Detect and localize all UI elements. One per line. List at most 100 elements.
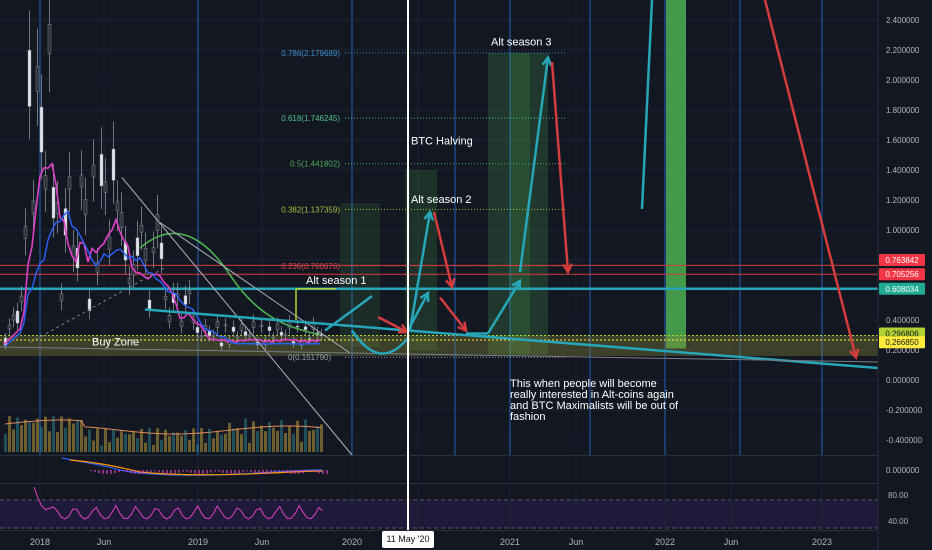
candle (59, 293, 64, 302)
macd-histogram-bar (230, 470, 232, 474)
macd-histogram-bar (274, 470, 276, 473)
volume-bar (144, 442, 147, 452)
macd-histogram-bar (262, 470, 264, 474)
volume-bar (224, 433, 227, 452)
candle (195, 327, 200, 333)
macd-histogram-bar (162, 470, 164, 474)
volume-bar (56, 432, 59, 452)
macd-histogram-bar (178, 470, 180, 473)
red-arrow (439, 296, 467, 332)
volume-bar (176, 432, 179, 452)
macd-histogram-bar (206, 470, 208, 474)
volume-bar (276, 430, 279, 452)
fashion-note: This when people will become really inte… (510, 379, 710, 423)
volume-bar (132, 430, 135, 452)
candle (235, 336, 240, 338)
red-arrow (763, 0, 858, 358)
macd-histogram-bar (210, 470, 212, 473)
volume-bar (104, 428, 107, 452)
volume-bar (304, 419, 307, 452)
candle (223, 324, 228, 327)
volume-bar (148, 428, 151, 452)
panel-separator (0, 483, 878, 484)
macd-histogram-bar (242, 470, 244, 473)
candle (79, 174, 84, 188)
buy-zone-label: Buy Zone (92, 337, 139, 349)
candle (83, 199, 88, 216)
candle (303, 326, 308, 330)
btc-halving-label: BTC Halving (411, 136, 473, 148)
macd-histogram-bar (326, 470, 328, 474)
macd-histogram-bar (182, 470, 184, 472)
macd-histogram-bar (202, 470, 204, 474)
candle (271, 337, 276, 339)
volume-bar (24, 419, 27, 452)
macd-histogram-bar (302, 470, 304, 474)
volume-bar (40, 426, 43, 452)
macd-histogram-bar (130, 470, 132, 474)
volume-bar (288, 425, 291, 452)
macd-histogram-bar (114, 470, 116, 474)
alt-season-2-label: Alt season 2 (411, 194, 472, 206)
volume-bar (252, 421, 255, 452)
volume-bar (204, 442, 207, 452)
macd-histogram-bar (90, 470, 92, 471)
volume-bar (4, 434, 7, 452)
macd-histogram-bar (294, 470, 296, 474)
candle (35, 66, 40, 92)
candle (51, 187, 56, 219)
y-axis-tick-label: 1.400000 (886, 166, 920, 175)
fib-level-label: 0.382(1.137359) (281, 205, 340, 214)
macd-histogram-bar (102, 470, 104, 474)
price-chart[interactable]: 0.786(2.179689) 0.618(1.746245) 0.5(1.4418… (0, 0, 932, 550)
candle (155, 214, 160, 231)
price-badge-label: 0.705256 (885, 270, 919, 279)
volume-bar (196, 444, 199, 452)
macd-histogram-bar (270, 470, 272, 474)
candle (279, 331, 284, 336)
candle (207, 330, 212, 336)
volume-bar (116, 437, 119, 452)
macd-histogram-bar (238, 470, 240, 474)
volume-bar (52, 416, 55, 452)
candle (111, 148, 116, 181)
volume-bar (292, 434, 295, 452)
macd-histogram-bar (170, 470, 172, 474)
candle (219, 342, 224, 347)
cursor-date-badge: 11 May '20 (382, 531, 434, 548)
candle (127, 278, 132, 284)
volume-bar (168, 436, 171, 452)
volume-bar (8, 416, 11, 452)
volume-bar (160, 440, 163, 452)
volume-bar (240, 434, 243, 452)
fib-level-label: 0.618(1.746245) (281, 114, 340, 123)
volume-bar (108, 442, 111, 452)
candle (215, 321, 220, 328)
macd-histogram-bar (222, 470, 224, 473)
macd-histogram-bar (122, 470, 124, 472)
candle (119, 212, 124, 228)
candle (15, 310, 20, 324)
macd-histogram-bar (98, 470, 100, 474)
x-axis-tick-label: Jun (569, 537, 584, 547)
macd-histogram-bar (290, 470, 292, 474)
candle (187, 290, 192, 294)
volume-bar (172, 432, 175, 452)
alt-season-1-label: Alt season 1 (306, 275, 367, 287)
volume-bar (320, 424, 323, 452)
candle (67, 176, 72, 190)
red-arrow (550, 61, 570, 273)
volume-bar (152, 444, 155, 452)
volume-bar (312, 430, 315, 452)
macd-histogram-bar (154, 470, 156, 472)
macd-histogram-bar (266, 470, 268, 474)
macd-histogram-bar (118, 470, 120, 473)
candle (247, 334, 252, 337)
macd-histogram-bar (218, 470, 220, 472)
volume-bar (100, 445, 103, 452)
volume-bar (72, 423, 75, 452)
volume-bar (60, 416, 63, 452)
volume-bar (184, 429, 187, 452)
macd-histogram-bar (254, 470, 256, 473)
candle (231, 326, 236, 332)
